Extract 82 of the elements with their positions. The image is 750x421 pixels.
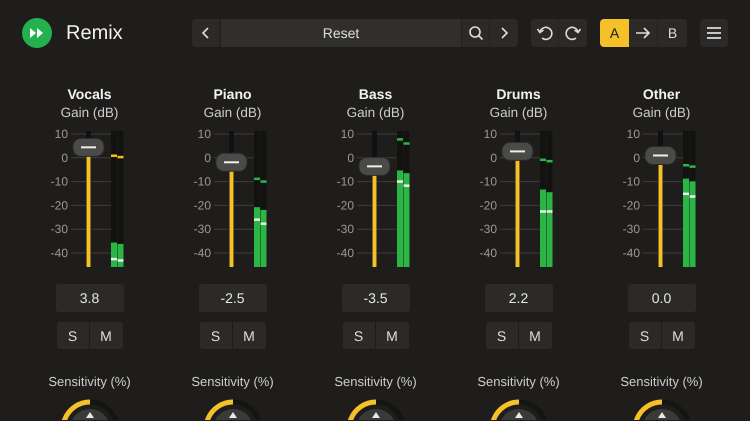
scale-label: -10: [50, 174, 68, 189]
channel-name: Piano: [213, 86, 252, 102]
app-title: Remix: [66, 22, 123, 44]
mute-button[interactable]: M: [90, 322, 122, 349]
channel-name: Drums: [496, 86, 541, 102]
chevron-left-icon: [200, 27, 210, 39]
scale-label: 10: [54, 127, 68, 141]
gain-label: Gain (dB): [204, 105, 262, 120]
gain-value-field[interactable]: 2.2: [484, 284, 552, 312]
scale-label: -20: [622, 198, 640, 212]
scale-label: -20: [480, 198, 497, 212]
channel-name: Bass: [358, 86, 392, 102]
slider-thumb[interactable]: [502, 142, 534, 161]
gain-slider[interactable]: [502, 131, 534, 267]
mute-button[interactable]: M: [518, 322, 552, 349]
scale-label: -30: [50, 222, 68, 236]
scale-label: -20: [50, 198, 68, 212]
gain-slider[interactable]: [644, 131, 676, 267]
undo-icon: [536, 24, 554, 42]
scale-label: 0: [204, 150, 211, 165]
menu-icon: [706, 26, 722, 40]
solo-button[interactable]: S: [200, 322, 232, 349]
scale-label: 0: [347, 150, 354, 165]
scale-label: 10: [484, 127, 497, 141]
channel-name: Other: [642, 86, 680, 102]
search-icon: [468, 25, 484, 41]
scale-label: 10: [340, 127, 354, 141]
scale-label: 0: [61, 150, 68, 165]
ab-toggle[interactable]: A: [600, 19, 629, 47]
solo-button[interactable]: S: [56, 322, 90, 349]
mute-button[interactable]: M: [376, 322, 408, 349]
gain-value-field[interactable]: -3.5: [342, 284, 410, 312]
scale-label: -40: [50, 246, 68, 260]
scale-label: -40: [194, 246, 211, 260]
sensitivity-label: Sensitivity (%): [477, 374, 560, 389]
scale-label: -10: [622, 174, 640, 189]
scale-label: 0: [633, 150, 640, 165]
scale-label: 0: [490, 150, 497, 165]
preset-name-button[interactable]: Reset: [220, 19, 462, 47]
mute-button[interactable]: M: [662, 322, 694, 349]
solo-button[interactable]: S: [628, 322, 662, 349]
chevron-right-icon: [499, 27, 509, 39]
logo-icon: [22, 18, 52, 48]
gain-label: Gain (dB): [490, 105, 548, 120]
gain-value-field[interactable]: 0.0: [628, 284, 696, 312]
channel-name: Vocals: [67, 86, 112, 102]
scale-label: -30: [194, 222, 211, 236]
scale-label: 10: [198, 127, 211, 141]
scale-label: -20: [336, 198, 354, 212]
mute-button[interactable]: M: [232, 322, 266, 349]
arrow-right-icon: [635, 26, 651, 40]
solo-button[interactable]: S: [342, 322, 376, 349]
sensitivity-label: Sensitivity (%): [334, 374, 417, 389]
scale-label: -10: [480, 174, 497, 189]
scale-label: -40: [336, 246, 354, 260]
gain-slider[interactable]: [358, 131, 390, 267]
scale-label: -20: [194, 198, 211, 212]
menu-button[interactable]: [700, 19, 728, 47]
gain-label: Gain (dB): [632, 105, 690, 120]
gain-value-field[interactable]: 3.8: [56, 284, 124, 312]
slider-thumb[interactable]: [644, 146, 676, 165]
scale-label: -30: [480, 222, 497, 236]
gain-slider[interactable]: [216, 131, 248, 267]
sensitivity-label: Sensitivity (%): [191, 374, 274, 389]
scale-label: -40: [622, 246, 640, 260]
gain-label: Gain (dB): [346, 105, 404, 120]
gain-label: Gain (dB): [60, 105, 118, 120]
gain-value-field[interactable]: -2.5: [198, 284, 266, 312]
redo-icon: [564, 24, 582, 42]
scale-label: 10: [626, 127, 640, 141]
scale-label: -10: [336, 174, 354, 189]
scale-label: -40: [480, 246, 497, 260]
sensitivity-label: Sensitivity (%): [620, 374, 703, 389]
sensitivity-label: Sensitivity (%): [48, 374, 131, 389]
scale-label: -30: [336, 222, 354, 236]
slider-thumb[interactable]: [358, 156, 390, 176]
scale-label: -30: [622, 222, 640, 236]
gain-slider[interactable]: [72, 131, 104, 267]
slider-thumb[interactable]: [216, 152, 248, 172]
slider-thumb[interactable]: [72, 138, 104, 157]
solo-button[interactable]: S: [486, 322, 518, 349]
scale-label: -10: [194, 174, 211, 189]
